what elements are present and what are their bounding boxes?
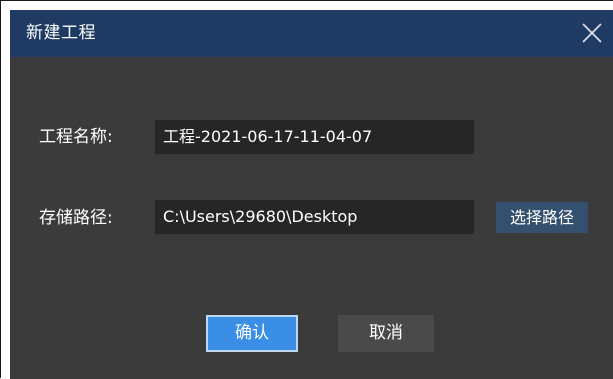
dialog-title: 新建工程 <box>26 23 96 43</box>
project-name-label: 工程名称: <box>39 127 113 147</box>
confirm-button[interactable]: 确认 <box>206 315 298 352</box>
storage-path-label: 存储路径: <box>39 208 113 228</box>
window-frame: 新建工程 工程名称: 存储路径: 选择路径 确认 取消 <box>0 0 613 379</box>
cancel-button[interactable]: 取消 <box>338 315 434 352</box>
choose-path-button[interactable]: 选择路径 <box>496 202 588 233</box>
storage-path-input[interactable] <box>155 200 474 234</box>
close-button[interactable] <box>578 19 606 47</box>
close-icon <box>582 23 602 43</box>
project-name-input[interactable] <box>155 120 474 154</box>
new-project-dialog: 新建工程 工程名称: 存储路径: 选择路径 确认 取消 <box>10 10 613 379</box>
dialog-titlebar: 新建工程 <box>10 10 613 57</box>
